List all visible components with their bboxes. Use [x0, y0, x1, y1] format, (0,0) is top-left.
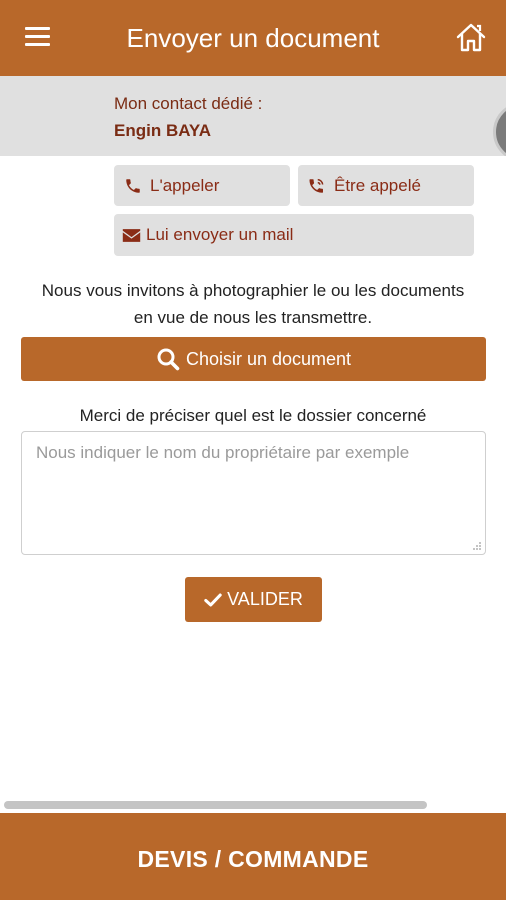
phone-icon — [126, 178, 140, 193]
quote-order-label: DEVIS / COMMANDE — [137, 846, 369, 872]
call-button-label: L'appeler — [150, 175, 220, 195]
dossier-field-label: Merci de préciser quel est le dossier co… — [79, 406, 427, 425]
quote-order-button[interactable]: DEVIS / COMMANDE — [0, 813, 506, 900]
owner-name-textarea[interactable] — [21, 431, 486, 555]
choose-document-label: Choisir un document — [185, 348, 352, 369]
phone-volume-icon — [309, 178, 324, 193]
request-callback-label: Être appelé — [334, 175, 421, 195]
contact-label: Mon contact dédié : — [114, 94, 263, 113]
check-icon — [204, 593, 222, 606]
avatar — [493, 102, 506, 156]
contact-name: Engin BAYA — [114, 121, 211, 140]
send-mail-label: Lui envoyer un mail — [146, 225, 294, 244]
page-title: Envoyer un document — [126, 23, 380, 53]
top-app-bar: Envoyer un document — [0, 0, 506, 76]
submit-button[interactable]: VALIDER — [185, 577, 322, 622]
envelope-icon — [122, 228, 141, 242]
contact-panel: Mon contact dédié : Engin BAYA — [0, 76, 506, 156]
search-icon — [157, 348, 180, 371]
horizontal-scrollbar[interactable] — [4, 801, 427, 809]
hamburger-menu-icon[interactable] — [25, 27, 50, 47]
home-icon[interactable] — [455, 21, 487, 53]
choose-document-button[interactable]: Choisir un document — [21, 337, 486, 381]
send-mail-button[interactable]: Lui envoyer un mail — [114, 214, 474, 256]
request-callback-button[interactable]: Être appelé — [298, 165, 474, 206]
instructions-text: Nous vous invitons à photographier le ou… — [41, 281, 465, 327]
submit-button-label: VALIDER — [227, 589, 303, 609]
call-button[interactable]: L'appeler — [114, 165, 290, 206]
resize-grip-icon[interactable] — [472, 541, 482, 551]
